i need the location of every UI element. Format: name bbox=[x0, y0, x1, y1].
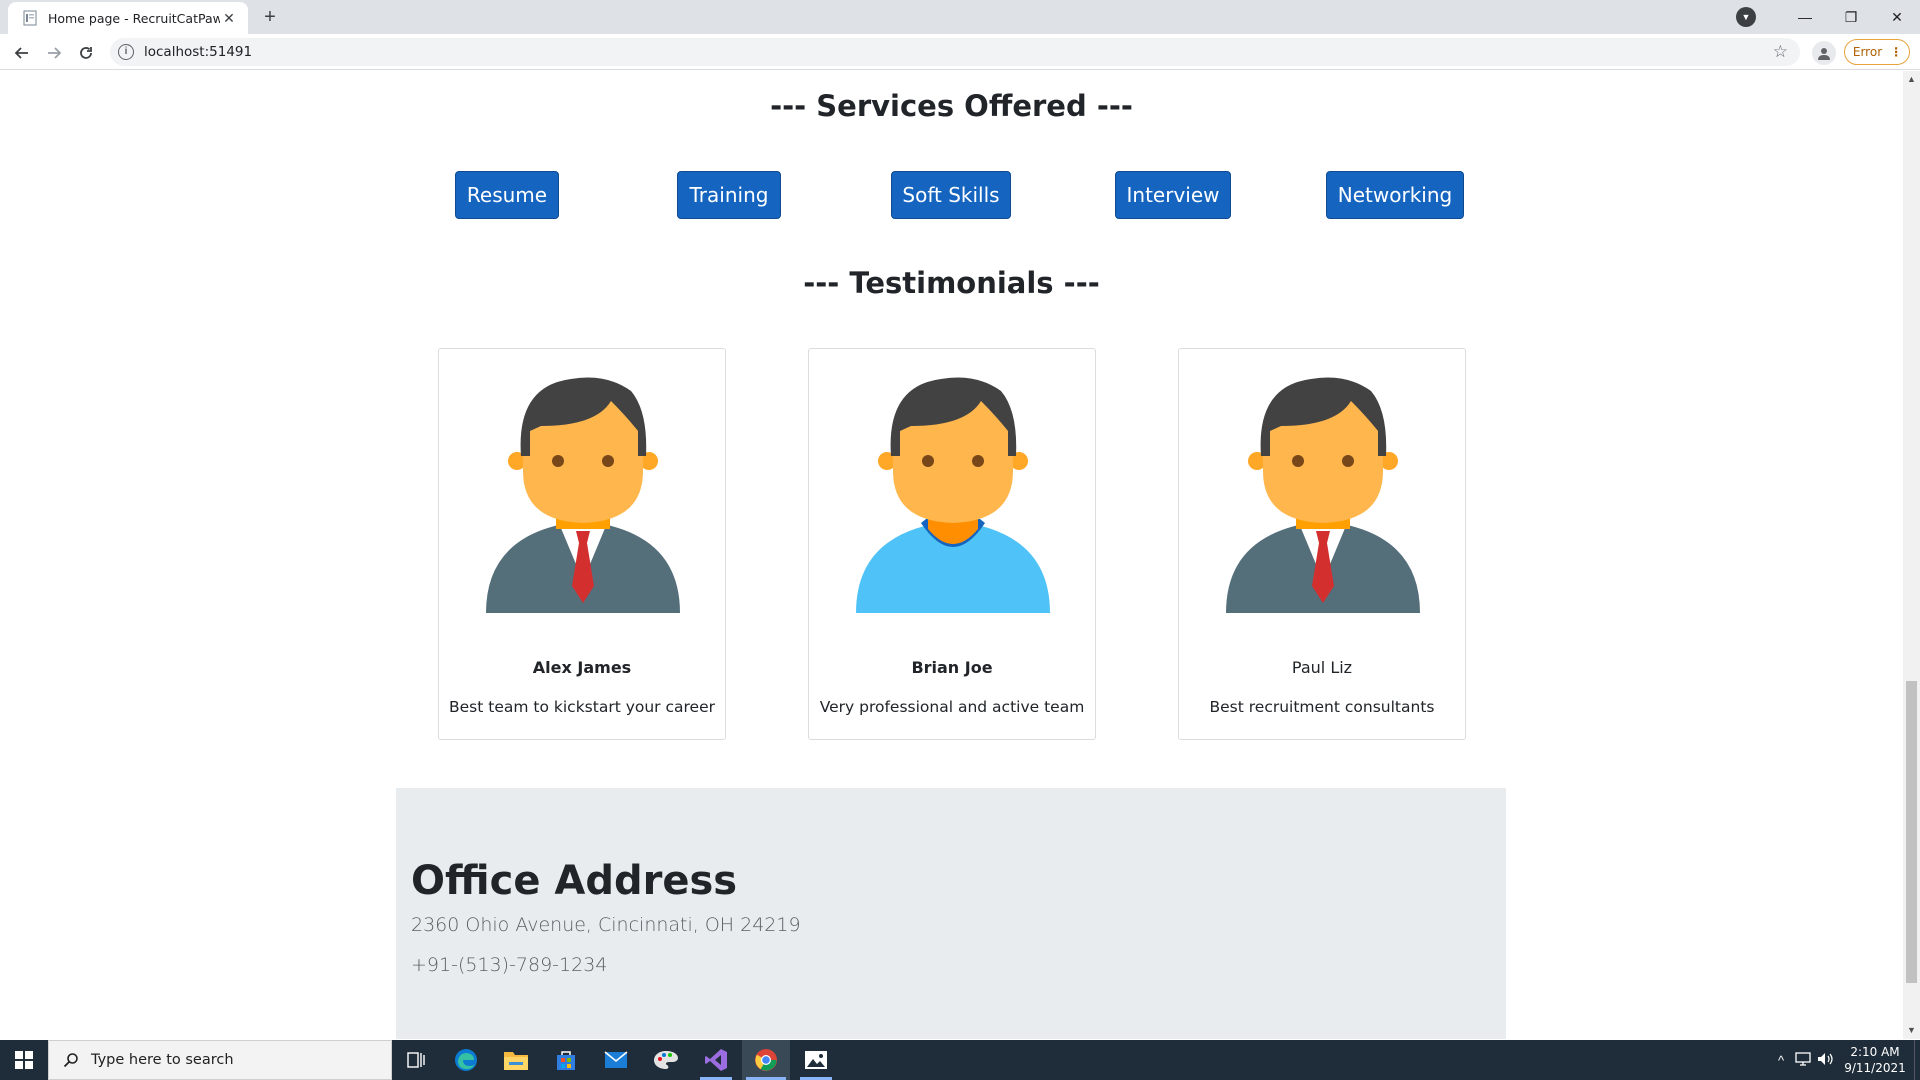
arrow-left-icon bbox=[14, 47, 28, 59]
browser-tab-strip: Home page - RecruitCatPawarah ✕ + ▼ — ❐ … bbox=[0, 0, 1920, 34]
service-training-button[interactable]: Training bbox=[677, 171, 781, 219]
browser-toolbar: i localhost:51491 ☆ Error ⋮ bbox=[0, 34, 1920, 70]
casual-man-avatar-icon bbox=[856, 377, 1050, 613]
folder-icon bbox=[504, 1052, 528, 1070]
tab-search-icon[interactable]: ▼ bbox=[1736, 7, 1756, 27]
windows-taskbar: Type here to search ^ 2:10 AM 9/11/2021 bbox=[0, 1040, 1920, 1080]
page-scrollbar[interactable]: ▲ ▼ bbox=[1903, 71, 1920, 1039]
back-button[interactable] bbox=[10, 41, 34, 65]
taskbar-search-placeholder: Type here to search bbox=[91, 1052, 234, 1068]
mail-envelope-icon bbox=[604, 1051, 628, 1068]
clock-time: 2:10 AM bbox=[1850, 1045, 1900, 1059]
tab-title: Home page - RecruitCatPawarah bbox=[48, 10, 220, 26]
volume-icon[interactable] bbox=[1814, 1052, 1836, 1069]
testimonial-name: Paul Liz bbox=[1291, 658, 1353, 677]
restore-button[interactable]: ❐ bbox=[1828, 0, 1874, 34]
window-controls: ▼ — ❐ ✕ bbox=[1736, 0, 1920, 34]
testimonial-text: Very professional and active team bbox=[819, 698, 1085, 716]
testimonial-card: Paul Liz Best recruitment consultants bbox=[1178, 348, 1466, 740]
taskbar-clock[interactable]: 2:10 AM 9/11/2021 bbox=[1836, 1044, 1914, 1076]
mail-taskbar-button[interactable] bbox=[592, 1040, 640, 1080]
office-phone: +91-(513)-789-1234 bbox=[411, 954, 608, 976]
window-close-button[interactable]: ✕ bbox=[1874, 0, 1920, 34]
chrome-browser-icon bbox=[755, 1049, 777, 1071]
reload-icon bbox=[80, 47, 92, 59]
tab-close-icon[interactable]: ✕ bbox=[220, 9, 238, 27]
site-info-icon[interactable]: i bbox=[118, 44, 134, 60]
office-street-address: 2360 Ohio Avenue, Cincinnati, OH 24219 bbox=[411, 914, 801, 936]
store-bag-icon bbox=[557, 1051, 575, 1070]
profile-button[interactable] bbox=[1812, 41, 1836, 65]
office-address-title: Office Address bbox=[411, 858, 738, 904]
search-icon bbox=[63, 1053, 78, 1068]
start-button[interactable] bbox=[0, 1040, 48, 1080]
browser-tab[interactable]: Home page - RecruitCatPawarah ✕ bbox=[8, 2, 248, 34]
office-address-panel: Office Address 2360 Ohio Avenue, Cincinn… bbox=[396, 788, 1506, 1039]
store-taskbar-button[interactable] bbox=[542, 1040, 590, 1080]
testimonial-text: Best recruitment consultants bbox=[1209, 698, 1435, 716]
edge-browser-icon bbox=[455, 1049, 477, 1071]
network-icon[interactable] bbox=[1792, 1051, 1814, 1069]
scroll-down-arrow-icon[interactable]: ▼ bbox=[1903, 1022, 1920, 1039]
minimize-button[interactable]: — bbox=[1782, 0, 1828, 34]
service-networking-button[interactable]: Networking bbox=[1326, 171, 1464, 219]
photos-taskbar-button[interactable] bbox=[792, 1040, 840, 1080]
testimonial-card: Alex James Best team to kickstart your c… bbox=[438, 348, 726, 740]
page-favicon-icon bbox=[23, 10, 37, 26]
page-viewport: --- Services Offered --- Resume Training… bbox=[0, 71, 1903, 1039]
forward-button[interactable] bbox=[42, 41, 66, 65]
services-title: --- Services Offered --- bbox=[770, 89, 1133, 123]
menu-dots-icon: ⋮ bbox=[1890, 45, 1902, 59]
service-interview-button[interactable]: Interview bbox=[1115, 171, 1231, 219]
profile-avatar-icon bbox=[1818, 48, 1830, 60]
task-view-icon bbox=[407, 1052, 425, 1068]
testimonial-name: Alex James bbox=[532, 658, 632, 677]
system-tray: ^ 2:10 AM 9/11/2021 bbox=[1770, 1040, 1920, 1080]
task-view-button[interactable] bbox=[392, 1040, 440, 1080]
visual-studio-taskbar-button[interactable] bbox=[692, 1040, 740, 1080]
paint-palette-icon bbox=[654, 1051, 678, 1069]
file-explorer-taskbar-button[interactable] bbox=[492, 1040, 540, 1080]
address-url[interactable]: localhost:51491 bbox=[144, 44, 252, 60]
taskbar-search-box[interactable]: Type here to search bbox=[48, 1040, 392, 1080]
testimonials-title: --- Testimonials --- bbox=[803, 266, 1100, 300]
service-soft-skills-button[interactable]: Soft Skills bbox=[891, 171, 1011, 219]
reload-button[interactable] bbox=[74, 41, 98, 65]
testimonial-text: Best team to kickstart your career bbox=[449, 698, 715, 716]
address-bar[interactable]: i localhost:51491 ☆ bbox=[110, 38, 1800, 66]
testimonial-card: Brian Joe Very professional and active t… bbox=[808, 348, 1096, 740]
error-label: Error bbox=[1852, 45, 1883, 59]
network-monitor-icon bbox=[1795, 1051, 1811, 1066]
arrow-right-icon bbox=[48, 47, 62, 59]
testimonial-name: Brian Joe bbox=[911, 658, 993, 677]
clock-date: 9/11/2021 bbox=[1844, 1061, 1906, 1075]
photos-icon bbox=[805, 1051, 827, 1069]
bookmark-star-icon[interactable]: ☆ bbox=[1773, 42, 1788, 62]
tray-chevron-icon[interactable]: ^ bbox=[1770, 1053, 1792, 1068]
chrome-taskbar-button[interactable] bbox=[742, 1040, 790, 1080]
show-desktop-button[interactable] bbox=[1914, 1040, 1920, 1080]
speaker-icon bbox=[1818, 1052, 1833, 1065]
paint-taskbar-button[interactable] bbox=[642, 1040, 690, 1080]
windows-logo-icon bbox=[15, 1051, 33, 1069]
visual-studio-icon bbox=[705, 1049, 727, 1071]
businessman-avatar-icon bbox=[486, 377, 680, 613]
scroll-up-arrow-icon[interactable]: ▲ bbox=[1903, 71, 1920, 88]
service-resume-button[interactable]: Resume bbox=[455, 171, 559, 219]
scrollbar-thumb[interactable] bbox=[1906, 681, 1917, 983]
edge-taskbar-button[interactable] bbox=[442, 1040, 490, 1080]
businessman-avatar-icon bbox=[1226, 377, 1420, 613]
error-badge-button[interactable]: Error ⋮ bbox=[1844, 39, 1910, 65]
new-tab-button[interactable]: + bbox=[258, 6, 282, 30]
